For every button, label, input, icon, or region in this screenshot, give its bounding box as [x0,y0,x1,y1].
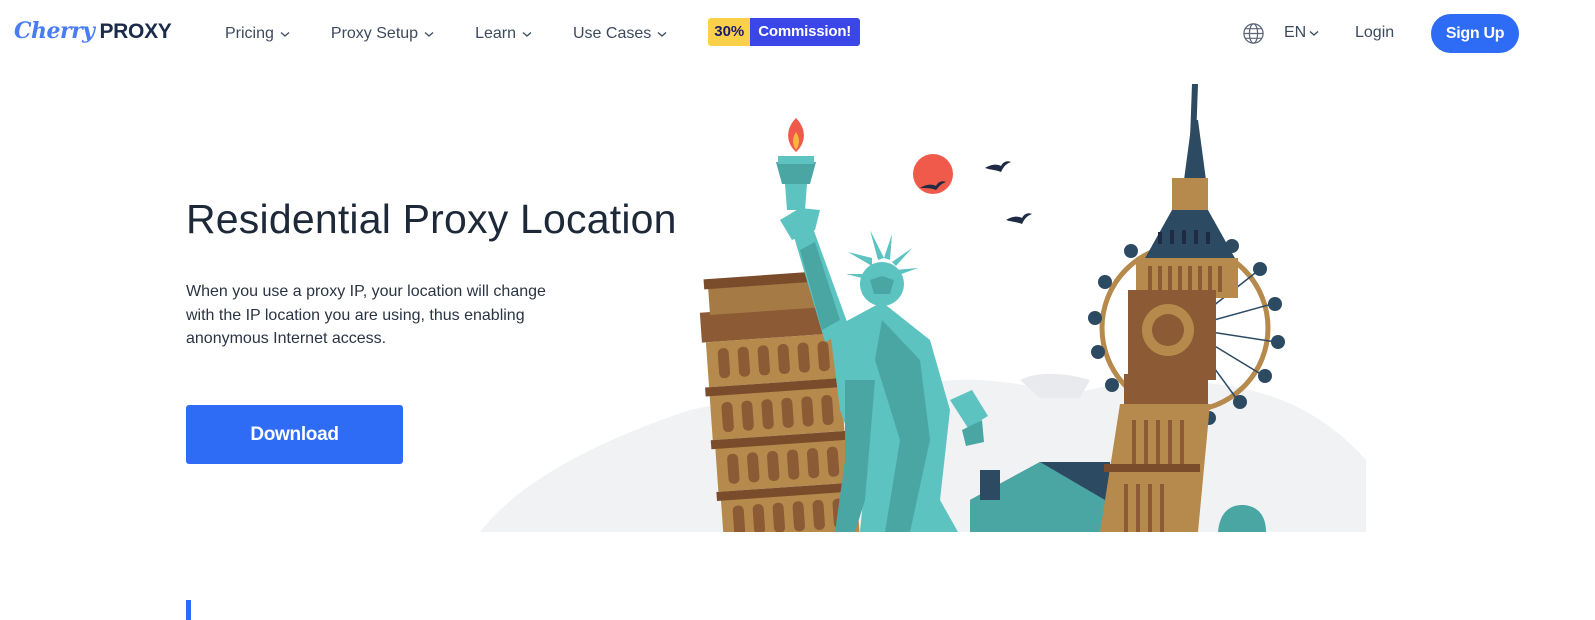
nav-use-cases[interactable]: Use Cases [573,22,668,46]
nav-use-cases-label: Use Cases [572,25,652,42]
nav-learn[interactable]: Learn [475,22,533,46]
top-navigation-bar: Cherry PROXY Pricing Proxy Setup Learn U… [0,0,1595,66]
world-landmarks-illustration [480,84,1366,532]
language-label: EN [1284,24,1307,41]
chevron-down-icon [657,32,667,37]
chevron-down-icon [1309,31,1319,36]
commission-promo-badge[interactable]: 30% Commission! [708,18,861,46]
promo-percent: 30% [708,18,751,46]
chevron-down-icon [522,32,532,37]
main-nav: Pricing Proxy Setup Learn Use Cases 30% … [225,18,861,46]
logo-proxy-text: PROXY [99,20,172,43]
globe-icon[interactable] [1242,22,1265,45]
nav-learn-label: Learn [475,25,516,42]
nav-pricing[interactable]: Pricing [225,22,291,46]
download-button[interactable]: Download [186,405,403,464]
nav-proxy-setup[interactable]: Proxy Setup [331,22,435,46]
promo-label: Commission! [750,18,861,46]
house-illustration [970,462,1110,532]
chevron-down-icon [280,32,290,37]
language-selector[interactable]: EN [1284,24,1320,42]
next-section-accent-bar [186,600,191,620]
nav-pricing-label: Pricing [225,25,274,42]
sign-up-button[interactable]: Sign Up [1431,14,1519,53]
chevron-down-icon [424,32,434,37]
cherry-proxy-logo[interactable]: Cherry PROXY [14,18,172,44]
logo-cherry-text: Cherry [14,18,95,44]
login-link[interactable]: Login [1355,24,1394,42]
nav-proxy-setup-label: Proxy Setup [330,25,419,42]
